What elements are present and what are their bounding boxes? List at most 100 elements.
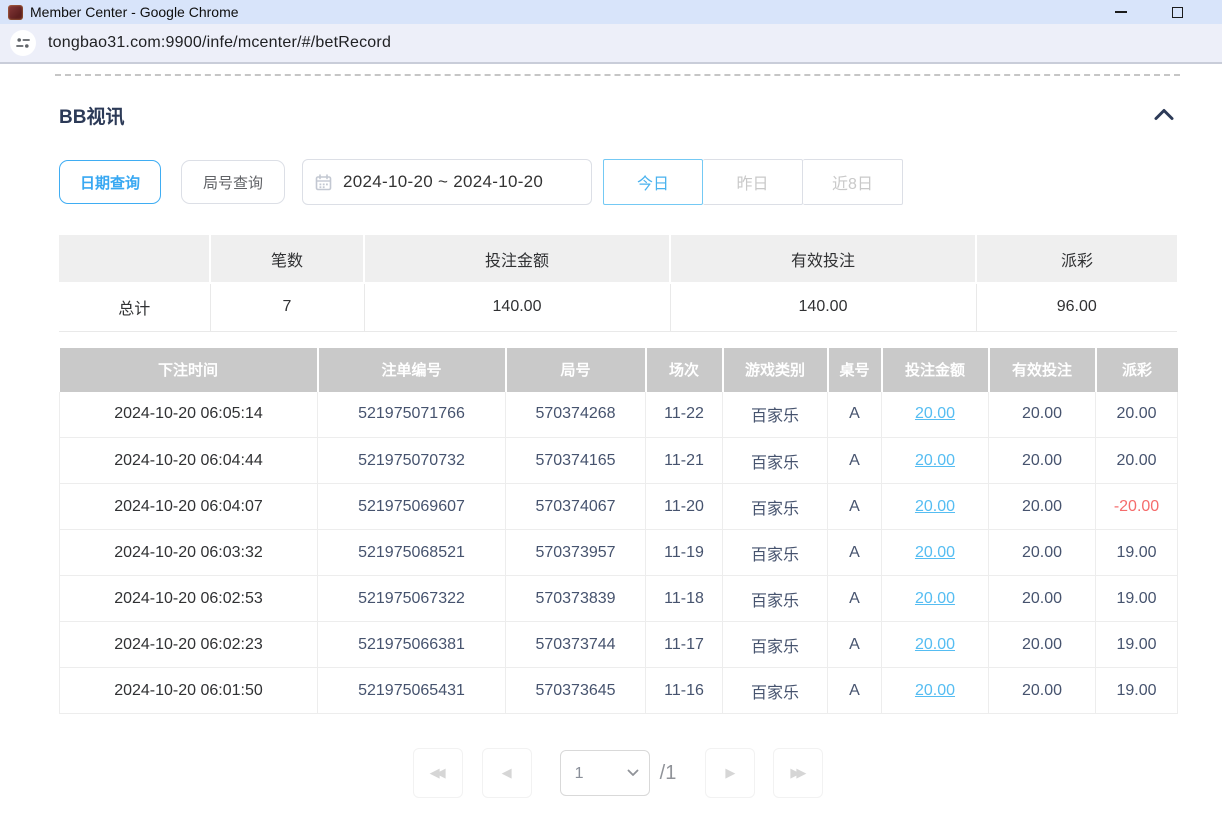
summary-valid-bet-value: 140.00 (670, 283, 976, 331)
first-page-icon: ◀◀ (430, 765, 442, 781)
table-body: 2024-10-20 06:05:14521975071766570374268… (60, 392, 1178, 714)
bet-amount-link[interactable]: 20.00 (915, 405, 955, 422)
site-settings-button[interactable] (10, 30, 36, 56)
cell-round-id: 570373744 (506, 622, 646, 668)
summary-total-row: 总计 7 140.00 140.00 96.00 (59, 283, 1177, 331)
pagination: ◀◀ ◀ 1 /1 ▶ ▶▶ (59, 748, 1177, 798)
table-header-row: 下注时间 注单编号 局号 场次 游戏类别 桌号 投注金额 有效投注 派彩 (60, 348, 1178, 392)
cell-bet-amount: 20.00 (882, 530, 989, 576)
address-bar[interactable]: tongbao31.com:9900/infe/mcenter/#/betRec… (0, 24, 1222, 64)
bet-amount-link[interactable]: 20.00 (915, 452, 955, 469)
cell-round-id: 570374067 (506, 484, 646, 530)
cell-payout: 19.00 (1096, 576, 1178, 622)
page-select-wrap: 1 (560, 750, 650, 796)
cell-game: 百家乐 (723, 438, 828, 484)
summary-table: 笔数 投注金额 有效投注 派彩 总计 7 140.00 140.00 96.00 (59, 235, 1177, 332)
url-text[interactable]: tongbao31.com:9900/infe/mcenter/#/betRec… (48, 34, 391, 52)
cell-game: 百家乐 (723, 392, 828, 438)
cell-valid-bet: 20.00 (989, 668, 1096, 714)
cell-bet-id: 521975069607 (318, 484, 506, 530)
cell-valid-bet: 20.00 (989, 438, 1096, 484)
window-title: Member Center - Google Chrome (30, 4, 239, 20)
summary-header-payout: 派彩 (976, 235, 1177, 283)
dashed-divider (55, 74, 1180, 76)
summary-header-blank (59, 235, 210, 283)
cell-time: 2024-10-20 06:05:14 (60, 392, 318, 438)
cell-bet-amount: 20.00 (882, 622, 989, 668)
site-favicon (8, 5, 23, 20)
table-row: 2024-10-20 06:04:07521975069607570374067… (60, 484, 1178, 530)
cell-bet-id: 521975065431 (318, 668, 506, 714)
cell-round-id: 570373839 (506, 576, 646, 622)
table-row: 2024-10-20 06:02:23521975066381570373744… (60, 622, 1178, 668)
cell-valid-bet: 20.00 (989, 392, 1096, 438)
last-page-button[interactable]: ▶▶ (773, 748, 823, 798)
summary-header-bet-amount: 投注金额 (364, 235, 670, 283)
cell-time: 2024-10-20 06:02:23 (60, 622, 318, 668)
search-button[interactable]: 查询 (911, 159, 1015, 205)
today-button[interactable]: 今日 (603, 159, 703, 205)
next-page-button[interactable]: ▶ (705, 748, 755, 798)
summary-payout-value: 96.00 (976, 283, 1177, 331)
header-bet-time: 下注时间 (60, 348, 318, 392)
cell-session: 11-19 (646, 530, 723, 576)
cell-time: 2024-10-20 06:03:32 (60, 530, 318, 576)
bet-amount-link[interactable]: 20.00 (915, 544, 955, 561)
section-header: BB视讯 (59, 102, 1177, 129)
bet-records-table: 下注时间 注单编号 局号 场次 游戏类别 桌号 投注金额 有效投注 派彩 202… (59, 348, 1178, 715)
header-session: 场次 (646, 348, 723, 392)
quick-range-group: 今日 昨日 近8日 (603, 159, 903, 205)
cell-valid-bet: 20.00 (989, 576, 1096, 622)
filter-toolbar: 日期查询 局号查询 2024-10-20 ~ 2024-10-20 今日 昨日 … (59, 159, 1177, 205)
cell-game: 百家乐 (723, 484, 828, 530)
maximize-icon (1172, 7, 1183, 18)
first-page-button[interactable]: ◀◀ (413, 748, 463, 798)
round-query-tab[interactable]: 局号查询 (181, 160, 285, 204)
yesterday-button[interactable]: 昨日 (703, 159, 803, 205)
minimize-button[interactable] (1106, 0, 1136, 24)
cell-round-id: 570374268 (506, 392, 646, 438)
cell-payout: 20.00 (1096, 392, 1178, 438)
page-title: BB视讯 (59, 102, 124, 129)
collapse-section-button[interactable] (1151, 105, 1177, 126)
cell-session: 11-17 (646, 622, 723, 668)
page-select[interactable]: 1 (560, 750, 650, 796)
cell-game: 百家乐 (723, 576, 828, 622)
bet-amount-link[interactable]: 20.00 (915, 682, 955, 699)
date-range-value[interactable]: 2024-10-20 ~ 2024-10-20 (343, 172, 543, 192)
bet-amount-link[interactable]: 20.00 (915, 498, 955, 515)
cell-table-no: A (828, 484, 882, 530)
cell-time: 2024-10-20 06:02:53 (60, 576, 318, 622)
cell-round-id: 570373645 (506, 668, 646, 714)
table-row: 2024-10-20 06:01:50521975065431570373645… (60, 668, 1178, 714)
bet-amount-link[interactable]: 20.00 (915, 636, 955, 653)
header-round-id: 局号 (506, 348, 646, 392)
summary-header-count: 笔数 (210, 235, 364, 283)
table-row: 2024-10-20 06:05:14521975071766570374268… (60, 392, 1178, 438)
cell-time: 2024-10-20 06:04:44 (60, 438, 318, 484)
cell-bet-id: 521975070732 (318, 438, 506, 484)
cell-bet-id: 521975067322 (318, 576, 506, 622)
cell-session: 11-21 (646, 438, 723, 484)
cell-bet-id: 521975071766 (318, 392, 506, 438)
table-row: 2024-10-20 06:04:44521975070732570374165… (60, 438, 1178, 484)
summary-count-value: 7 (210, 283, 364, 331)
last-8-days-button[interactable]: 近8日 (803, 159, 903, 205)
cell-payout: -20.00 (1096, 484, 1178, 530)
date-query-tab[interactable]: 日期查询 (59, 160, 161, 204)
cell-bet-id: 521975068521 (318, 530, 506, 576)
cell-table-no: A (828, 438, 882, 484)
cell-round-id: 570374165 (506, 438, 646, 484)
bet-record-page: BB视讯 日期查询 局号查询 2024-10-20 ~ 2024-10-20 (0, 102, 1222, 798)
prev-page-button[interactable]: ◀ (482, 748, 532, 798)
cell-bet-amount: 20.00 (882, 392, 989, 438)
header-valid-bet: 有效投注 (989, 348, 1096, 392)
date-range-picker[interactable]: 2024-10-20 ~ 2024-10-20 (302, 159, 592, 205)
cell-table-no: A (828, 576, 882, 622)
cell-game: 百家乐 (723, 530, 828, 576)
cell-bet-amount: 20.00 (882, 576, 989, 622)
maximize-button[interactable] (1162, 0, 1192, 24)
bet-amount-link[interactable]: 20.00 (915, 590, 955, 607)
minimize-icon (1115, 11, 1127, 13)
next-page-icon: ▶ (725, 765, 735, 781)
